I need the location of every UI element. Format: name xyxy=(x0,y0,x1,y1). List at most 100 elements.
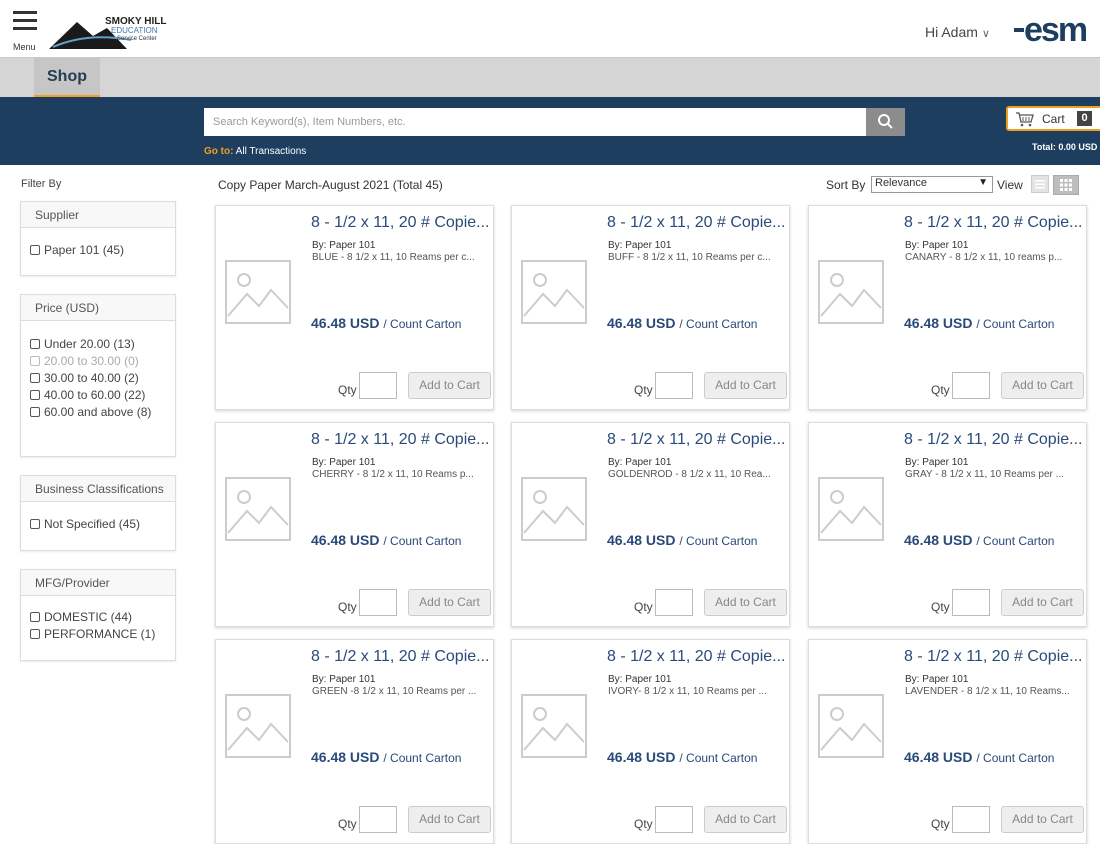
product-description: CHERRY - 8 1/2 x 11, 10 Reams p... xyxy=(312,469,474,480)
qty-label: Qty xyxy=(634,817,653,831)
checkbox[interactable] xyxy=(30,629,40,639)
search-button[interactable] xyxy=(866,108,905,136)
filter-option-label: Not Specified (45) xyxy=(44,517,141,531)
filter-group-price: Price (USD) Under 20.00 (13) 20.00 to 30… xyxy=(20,294,176,457)
checkbox[interactable] xyxy=(30,245,40,255)
hamburger-icon-bar xyxy=(13,19,37,22)
checkbox[interactable] xyxy=(30,373,40,383)
qty-input[interactable] xyxy=(359,589,397,616)
qty-input[interactable] xyxy=(952,372,990,399)
organization-logo[interactable]: SMOKY HILL EDUCATION Service Center xyxy=(47,14,168,50)
search-input[interactable] xyxy=(204,108,866,136)
image-placeholder-icon[interactable] xyxy=(521,260,587,324)
filter-option-label: PERFORMANCE (1) xyxy=(44,627,156,641)
product-name-link[interactable]: 8 - 1/2 x 11, 20 # Copie... xyxy=(904,648,1082,666)
product-card: 8 - 1/2 x 11, 20 # Copie... By: Paper 10… xyxy=(511,639,790,844)
goto-label: Go to: xyxy=(204,146,234,157)
checkbox[interactable] xyxy=(30,339,40,349)
image-placeholder-icon[interactable] xyxy=(818,477,884,541)
product-card: 8 - 1/2 x 11, 20 # Copie... By: Paper 10… xyxy=(215,422,494,627)
product-name-link[interactable]: 8 - 1/2 x 11, 20 # Copie... xyxy=(311,431,489,449)
product-name-link[interactable]: 8 - 1/2 x 11, 20 # Copie... xyxy=(904,214,1082,232)
qty-input[interactable] xyxy=(655,589,693,616)
add-to-cart-button[interactable]: Add to Cart xyxy=(408,589,491,616)
all-transactions-link[interactable]: All Transactions xyxy=(236,146,307,157)
search-band: Go to: All Transactions Cart 0 Total: 0.… xyxy=(0,97,1100,165)
product-description: GREEN -8 1/2 x 11, 10 Reams per ... xyxy=(312,686,477,697)
checkbox xyxy=(30,356,40,366)
user-menu[interactable]: Hi Adam ∨ xyxy=(925,24,990,40)
filter-group-title: MFG/Provider xyxy=(21,570,175,596)
product-description: LAVENDER - 8 1/2 x 11, 10 Reams... xyxy=(905,686,1070,697)
add-to-cart-button[interactable]: Add to Cart xyxy=(408,806,491,833)
image-placeholder-icon[interactable] xyxy=(225,260,291,324)
filter-option-label: 30.00 to 40.00 (2) xyxy=(44,371,139,385)
qty-label: Qty xyxy=(634,383,653,397)
qty-input[interactable] xyxy=(655,806,693,833)
product-name-link[interactable]: 8 - 1/2 x 11, 20 # Copie... xyxy=(607,214,785,232)
qty-input[interactable] xyxy=(952,589,990,616)
filter-option[interactable]: DOMESTIC (44) xyxy=(21,610,175,627)
price-unit: / Count Carton xyxy=(383,751,462,765)
product-description: BUFF - 8 1/2 x 11, 10 Reams per c... xyxy=(608,252,771,263)
product-card: 8 - 1/2 x 11, 20 # Copie... By: Paper 10… xyxy=(215,639,494,844)
checkbox[interactable] xyxy=(30,407,40,417)
checkbox[interactable] xyxy=(30,390,40,400)
filter-option[interactable]: 40.00 to 60.00 (22) xyxy=(21,388,175,405)
checkbox[interactable] xyxy=(30,519,40,529)
product-description: GOLDENROD - 8 1/2 x 11, 10 Rea... xyxy=(608,469,771,480)
checkbox[interactable] xyxy=(30,612,40,622)
cart-count-badge: 0 xyxy=(1077,111,1092,126)
image-placeholder-icon[interactable] xyxy=(225,477,291,541)
qty-label: Qty xyxy=(634,600,653,614)
list-view-button[interactable] xyxy=(1031,175,1049,193)
product-name-link[interactable]: 8 - 1/2 x 11, 20 # Copie... xyxy=(607,431,785,449)
product-name-link[interactable]: 8 - 1/2 x 11, 20 # Copie... xyxy=(311,648,489,666)
cart-button[interactable]: Cart 0 xyxy=(1006,106,1100,131)
price-value: 46.48 USD xyxy=(311,532,380,548)
filter-option[interactable]: Under 20.00 (13) xyxy=(21,337,175,354)
product-name-link[interactable]: 8 - 1/2 x 11, 20 # Copie... xyxy=(904,431,1082,449)
qty-label: Qty xyxy=(338,383,357,397)
qty-input[interactable] xyxy=(359,806,397,833)
add-to-cart-button[interactable]: Add to Cart xyxy=(408,372,491,399)
grid-view-icon xyxy=(1060,179,1072,191)
qty-input[interactable] xyxy=(655,372,693,399)
price-value: 46.48 USD xyxy=(311,749,380,765)
qty-input[interactable] xyxy=(359,372,397,399)
add-to-cart-button[interactable]: Add to Cart xyxy=(704,372,787,399)
esm-brand-logo: esm xyxy=(1014,12,1089,46)
product-name-link[interactable]: 8 - 1/2 x 11, 20 # Copie... xyxy=(607,648,785,666)
product-price: 46.48 USD / Count Carton xyxy=(607,749,757,765)
image-placeholder-icon[interactable] xyxy=(521,477,587,541)
price-unit: / Count Carton xyxy=(383,317,462,331)
tab-shop[interactable]: Shop xyxy=(34,58,100,98)
add-to-cart-button[interactable]: Add to Cart xyxy=(1001,806,1084,833)
product-name-link[interactable]: 8 - 1/2 x 11, 20 # Copie... xyxy=(311,214,489,232)
price-unit: / Count Carton xyxy=(679,534,758,548)
filter-option[interactable]: Paper 101 (45) xyxy=(21,243,175,260)
add-to-cart-button[interactable]: Add to Cart xyxy=(704,589,787,616)
filter-group-mfg-provider: MFG/Provider DOMESTIC (44) PERFORMANCE (… xyxy=(20,569,176,661)
filter-option[interactable]: 30.00 to 40.00 (2) xyxy=(21,371,175,388)
price-unit: / Count Carton xyxy=(679,317,758,331)
filter-option[interactable]: PERFORMANCE (1) xyxy=(21,627,175,644)
hamburger-menu-button[interactable]: Menu xyxy=(13,11,43,52)
sort-select[interactable]: Relevance ▼ xyxy=(871,176,993,193)
add-to-cart-button[interactable]: Add to Cart xyxy=(704,806,787,833)
add-to-cart-button[interactable]: Add to Cart xyxy=(1001,589,1084,616)
filter-option[interactable]: 60.00 and above (8) xyxy=(21,405,175,422)
image-placeholder-icon[interactable] xyxy=(818,260,884,324)
product-supplier: By: Paper 101 xyxy=(608,674,672,685)
product-price: 46.48 USD / Count Carton xyxy=(904,532,1054,548)
svg-text:Service Center: Service Center xyxy=(117,36,157,42)
grid-view-button[interactable] xyxy=(1053,175,1079,195)
filter-option[interactable]: Not Specified (45) xyxy=(21,517,175,534)
top-header: Menu SMOKY HILL EDUCATION Service Center… xyxy=(0,0,1100,57)
qty-input[interactable] xyxy=(952,806,990,833)
add-to-cart-button[interactable]: Add to Cart xyxy=(1001,372,1084,399)
product-supplier: By: Paper 101 xyxy=(312,240,376,251)
qty-label: Qty xyxy=(931,383,950,397)
price-value: 46.48 USD xyxy=(607,749,676,765)
product-card: 8 - 1/2 x 11, 20 # Copie... By: Paper 10… xyxy=(808,422,1087,627)
